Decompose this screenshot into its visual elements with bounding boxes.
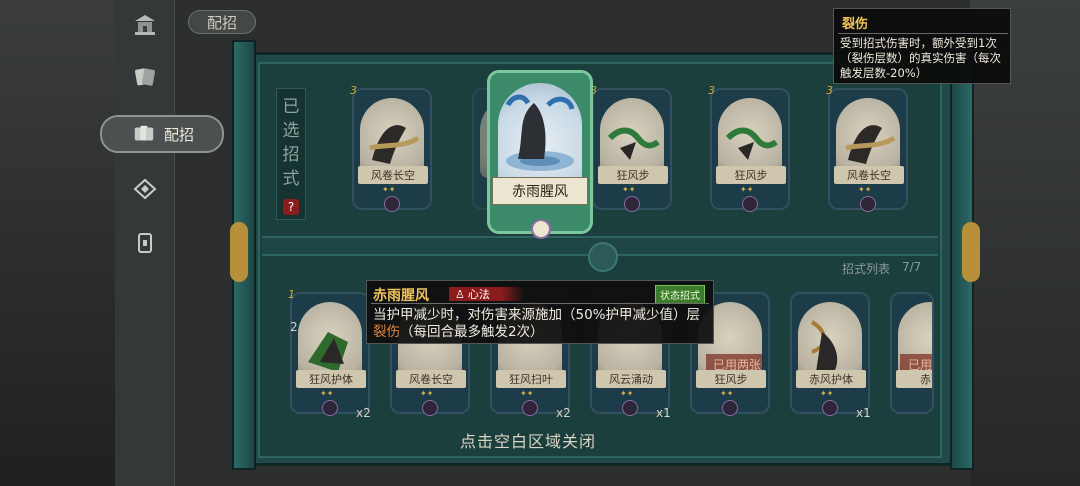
tooltip-move-type: ♙ 心法 [449, 287, 524, 301]
list-card[interactable]: 已用 赤雨 [890, 292, 934, 414]
sidebar-item-label: 配招 [164, 125, 195, 144]
card-gem-icon [624, 196, 640, 212]
panel-knob-right [962, 222, 980, 282]
lamp-icon: ♙ [455, 287, 465, 301]
tooltip-description: 当护甲减少时，对伤害来源施加（50%护甲减少值）层裂伤（每回合最多触发2次） [373, 307, 709, 341]
temple-icon [135, 15, 155, 35]
card-qty: x2 [356, 406, 371, 420]
keyword-description: 受到招式伤害时，额外受到1次（裂伤层数）的真实伤害（每次触发层数-20%） [840, 36, 1001, 80]
card-gem-icon [622, 400, 638, 416]
hero-card-gem-icon [531, 219, 551, 239]
tooltip-divider [371, 303, 709, 304]
sidebar-item-temple[interactable] [122, 8, 168, 42]
sidebar-item-loadout[interactable]: 配招 [100, 115, 224, 153]
selected-card[interactable]: 风卷长空 ✦✦ 3 [350, 84, 432, 212]
label-char: 招 [282, 145, 300, 165]
selected-card[interactable]: 风卷长空 ✦✦ 3 [826, 84, 908, 212]
card-qty: x1 [656, 406, 671, 420]
card-name: 风卷长空 [834, 166, 904, 184]
card-stars: ✦✦ [622, 185, 636, 194]
hero-card-name: 赤雨腥风 [492, 177, 588, 205]
card-gem-icon [422, 400, 438, 416]
card-stars: ✦✦ [420, 389, 434, 398]
card-name: 狂风护体 [296, 370, 366, 388]
tooltip-desc-a: 当护甲减少时，对伤害来源施加（50%护甲减少值）层 [373, 307, 701, 323]
card-stars: ✦✦ [858, 185, 872, 194]
card-hand-icon [134, 125, 154, 141]
card-gem-icon [522, 400, 538, 416]
selected-moves-label: 已 选 招 式 ? [276, 88, 306, 220]
card-cost: 3 [350, 84, 357, 97]
card-name: 狂风步 [716, 166, 786, 184]
move-list-count: 7/7 [902, 260, 922, 274]
list-card[interactable]: 狂风护体 ✦✦ 1 2 x2 [288, 288, 371, 420]
card-stars: ✦✦ [320, 389, 334, 398]
keyword-divider [838, 33, 1008, 34]
hero-card[interactable]: 赤雨腥风 [487, 70, 593, 239]
tooltip-keyword-link[interactable]: 裂伤 [373, 324, 400, 340]
sidebar-item-cards[interactable] [122, 60, 168, 94]
card-name: 风卷长空 [358, 166, 428, 184]
selected-card[interactable]: 狂风步 ✦✦ 3 [708, 84, 790, 212]
card-qty: x2 [556, 406, 571, 420]
card-gem-icon [384, 196, 400, 212]
card-name: 风卷长空 [396, 370, 466, 388]
card-name: 赤雨 [896, 370, 932, 388]
help-button[interactable]: ? [283, 199, 299, 215]
keyword-title: 裂伤 [842, 17, 869, 32]
card-gem-icon [742, 196, 758, 212]
card-name: 赤风护体 [796, 370, 866, 388]
tooltip-desc-b: （每回合最多触发2次） [400, 324, 544, 340]
card-stars: ✦✦ [720, 389, 734, 398]
card-gem-icon [322, 400, 338, 416]
card-gem-icon [860, 196, 876, 212]
card-qty: x1 [856, 406, 871, 420]
label-char: 选 [282, 121, 300, 141]
keyword-info-panel: 裂伤 受到招式伤害时，额外受到1次（裂伤层数）的真实伤害（每次触发层数-20%） [833, 8, 1011, 84]
card-badge: 2 [290, 320, 298, 334]
close-hint[interactable]: 点击空白区域关闭 [460, 428, 596, 452]
card-name: 风云涌动 [596, 370, 666, 388]
sidebar-item-crest[interactable] [122, 172, 168, 206]
card-cost: 1 [288, 288, 295, 301]
card-stars: ✦✦ [820, 389, 834, 398]
card-single-icon [138, 233, 152, 253]
move-tooltip: 赤雨腥风 ♙ 心法 状态招式 当护甲减少时，对伤害来源施加（50%护甲减少值）层裂… [366, 280, 714, 344]
card-stars: ✦✦ [520, 389, 534, 398]
card-name: 狂风扫叶 [496, 370, 566, 388]
card-stars: ✦✦ [740, 185, 754, 194]
cards-icon [135, 68, 155, 86]
card-cost: 3 [708, 84, 715, 97]
tooltip-move-name: 赤雨腥风 [373, 288, 429, 304]
card-gem-icon [722, 400, 738, 416]
selected-card[interactable]: 狂风步 ✦✦ 3 [590, 84, 672, 212]
tooltip-status-badge: 状态招式 [655, 285, 705, 304]
left-background [0, 0, 120, 486]
hero-card-art [498, 83, 582, 187]
card-gem-icon [822, 400, 838, 416]
card-stars: ✦✦ [382, 185, 396, 194]
crest-icon [133, 178, 157, 200]
sidebar-item-single[interactable] [122, 226, 168, 260]
card-name: 狂风步 [696, 370, 766, 388]
page-title: 配招 [188, 10, 256, 34]
panel-knob-left [230, 222, 248, 282]
tooltip-type-label: 心法 [467, 288, 490, 301]
label-char: 式 [282, 169, 300, 189]
card-stars: ✦✦ [620, 389, 634, 398]
card-name: 狂风步 [598, 166, 668, 184]
move-list-label: 招式列表 [842, 262, 891, 276]
list-card[interactable]: 赤风护体 ✦✦ x1 [790, 292, 871, 420]
divider-knob-icon [588, 242, 618, 272]
card-cost: 3 [826, 84, 833, 97]
label-char: 已 [282, 97, 300, 117]
